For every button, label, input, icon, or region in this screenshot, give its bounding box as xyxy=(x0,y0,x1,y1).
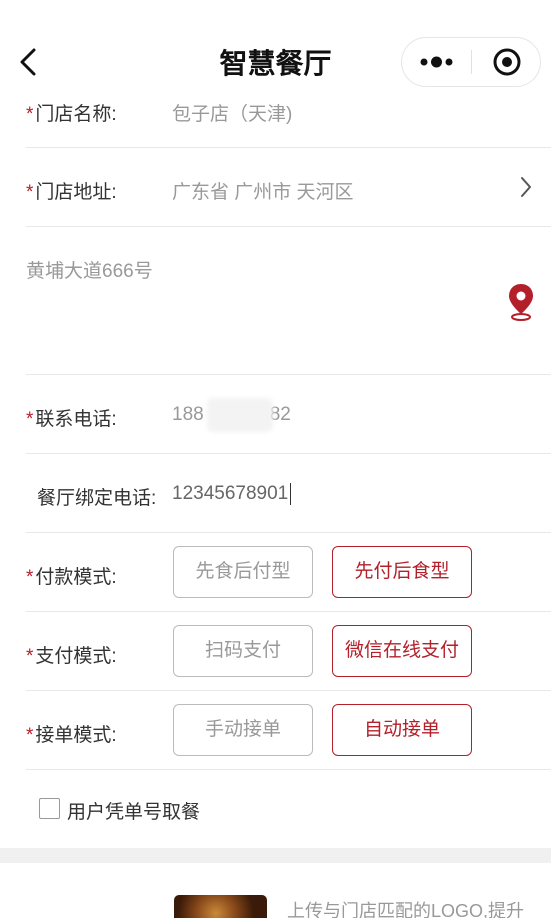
address-detail-row: 黄埔大道666号 xyxy=(26,227,551,375)
address-detail-input[interactable]: 黄埔大道666号 xyxy=(26,256,153,283)
voucher-pickup-label[interactable]: 用户凭单号取餐 xyxy=(67,797,200,824)
store-address-value[interactable]: 广东省 广州市 天河区 xyxy=(172,177,354,204)
order-mode-row: * 接单模式: 手动接单 自动接单 xyxy=(26,691,551,770)
pay-method-row: * 支付模式: 扫码支付 微信在线支付 xyxy=(26,612,551,691)
store-address-label: * 门店地址: xyxy=(26,182,117,203)
contact-phone-label: * 联系电话: xyxy=(26,409,117,430)
payment-mode-row: * 付款模式: 先食后付型 先付后食型 xyxy=(26,533,551,612)
bound-phone-label: 餐厅绑定电话: xyxy=(37,488,157,509)
navigation-bar: 智慧餐厅 xyxy=(0,0,551,95)
option-eat-first-pay-later[interactable]: 先食后付型 xyxy=(173,546,313,598)
close-button[interactable] xyxy=(472,38,541,86)
store-name-value[interactable]: 包子店（天津) xyxy=(172,99,292,126)
order-mode-label: * 接单模式: xyxy=(26,725,117,746)
mini-program-capsule xyxy=(401,37,541,87)
more-dots-icon xyxy=(420,56,453,68)
option-wechat-online-pay[interactable]: 微信在线支付 xyxy=(332,625,472,677)
section-divider xyxy=(0,848,551,863)
bound-phone-input[interactable]: 12345678901 xyxy=(172,483,292,505)
store-logo-image[interactable] xyxy=(174,895,267,918)
option-manual-accept[interactable]: 手动接单 xyxy=(173,704,313,756)
store-name-label: * 门店名称: xyxy=(26,104,117,125)
location-pin-icon[interactable] xyxy=(506,282,536,322)
option-auto-accept[interactable]: 自动接单 xyxy=(332,704,472,756)
target-circle-icon xyxy=(493,48,521,76)
bound-phone-row: 餐厅绑定电话: 12345678901 xyxy=(26,454,551,533)
voucher-pickup-checkbox[interactable] xyxy=(39,798,60,819)
option-pay-first-eat-later[interactable]: 先付后食型 xyxy=(332,546,472,598)
phone-mask xyxy=(207,398,273,432)
store-address-row[interactable]: * 门店地址: 广东省 广州市 天河区 xyxy=(26,148,551,227)
text-cursor xyxy=(290,483,292,505)
contact-phone-row: * 联系电话: 188 82 xyxy=(26,375,551,454)
store-name-row: * 门店名称: 包子店（天津) xyxy=(26,95,551,148)
more-button[interactable] xyxy=(402,38,471,86)
payment-mode-label: * 付款模式: xyxy=(26,567,117,588)
pay-method-label: * 支付模式: xyxy=(26,646,117,667)
option-scan-pay[interactable]: 扫码支付 xyxy=(173,625,313,677)
logo-upload-hint: 上传与门店匹配的LOGO,提升 xyxy=(287,901,525,918)
chevron-right-icon[interactable] xyxy=(516,174,536,200)
